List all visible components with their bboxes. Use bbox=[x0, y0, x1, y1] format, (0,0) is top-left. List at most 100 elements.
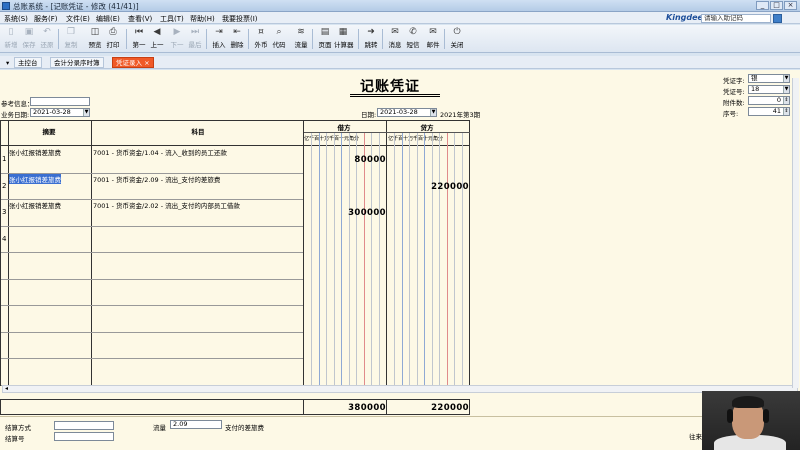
voucher-title: 记账凭证 bbox=[360, 79, 420, 95]
message-icon: ✉ bbox=[391, 27, 399, 37]
account-cell[interactable]: 7001 - 货币资金/1.04 - 流入_收到的员工还款 bbox=[93, 147, 227, 157]
jump-icon: ➜ bbox=[367, 27, 375, 37]
tab-voucher-entry[interactable]: 凭证录入 × bbox=[112, 57, 154, 68]
toolbar-separator bbox=[312, 29, 313, 49]
menu-vote[interactable]: 我要投票(I) bbox=[222, 14, 258, 24]
menu-help[interactable]: 帮助(H) bbox=[190, 14, 215, 24]
settlement-method-input[interactable] bbox=[54, 421, 114, 430]
close-window-button[interactable]: × bbox=[784, 1, 797, 10]
summary-cell[interactable]: 张小红报销差旅费 bbox=[9, 173, 61, 184]
toolbar-save-button[interactable]: ▣ 保存 bbox=[20, 27, 38, 51]
date-input[interactable]: 2021-03-28 ▼ bbox=[377, 108, 437, 117]
toolbar-mail-button[interactable]: ✉ 邮件 bbox=[424, 27, 442, 51]
chevron-down-icon[interactable]: ▼ bbox=[783, 86, 789, 93]
menu-view[interactable]: 查看(V) bbox=[128, 14, 152, 24]
spinner-icon[interactable]: ⇕ bbox=[783, 108, 789, 115]
window-title: 总账系统 - [记账凭证 - 修改 (41/41)] bbox=[13, 2, 139, 11]
toolbar-print-button[interactable]: ⎙ 打印 bbox=[104, 27, 122, 51]
debit-amount-cell[interactable]: 80000 bbox=[304, 155, 386, 165]
toolbar-close-button[interactable]: ⏻ 关闭 bbox=[448, 27, 466, 51]
toolbar-page-button[interactable]: ▤ 页面 bbox=[316, 27, 334, 51]
totals-row: 380000 220000 bbox=[0, 399, 470, 415]
vertical-scrollbar[interactable] bbox=[792, 78, 799, 388]
business-date-input[interactable]: 2021-03-28 ▼ bbox=[30, 108, 90, 117]
menu-file[interactable]: 文件(E) bbox=[66, 14, 90, 24]
toolbar-sms-button[interactable]: ✆ 短信 bbox=[404, 27, 422, 51]
menu-edit[interactable]: 编辑(E) bbox=[96, 14, 120, 24]
first-icon: ⏮ bbox=[134, 27, 144, 37]
toolbar-label: 流量 bbox=[294, 41, 308, 49]
toolbar-label: 消息 bbox=[388, 41, 402, 49]
voucher-no-input[interactable]: 18 ▼ bbox=[748, 85, 790, 94]
chevron-down-icon[interactable]: ▼ bbox=[783, 75, 789, 82]
credit-total: 220000 bbox=[431, 403, 469, 413]
minimize-button[interactable]: _ bbox=[756, 1, 769, 10]
toolbar-preview-button[interactable]: ◫ 预览 bbox=[86, 27, 104, 51]
chevron-down-icon[interactable]: ▼ bbox=[430, 109, 436, 116]
toolbar-message-button[interactable]: ✉ 消息 bbox=[386, 27, 404, 51]
header-account: 科目 bbox=[191, 128, 205, 136]
settlement-method-label: 结算方式 bbox=[5, 424, 31, 432]
toolbar-last-button[interactable]: ⏭ 最后 bbox=[186, 27, 204, 51]
tab-bar: ▾ 主控台 会计分录序时簿 凭证录入 × bbox=[0, 56, 800, 69]
menu-tools[interactable]: 工具(T) bbox=[160, 14, 184, 24]
toolbar-label: 下一 bbox=[170, 41, 184, 49]
maximize-button[interactable]: □ bbox=[770, 1, 783, 10]
prev-icon: ◀ bbox=[153, 27, 161, 37]
toolbar-label: 代码 bbox=[272, 41, 286, 49]
mnemonic-search-input[interactable]: 请输入助记码 bbox=[701, 14, 771, 23]
menu-system[interactable]: 系统(S) bbox=[4, 14, 28, 24]
reference-input[interactable] bbox=[30, 97, 90, 106]
tab-journal-list[interactable]: 会计分录序时簿 bbox=[50, 57, 104, 68]
toolbar-currency-button[interactable]: ¤ 外币 bbox=[252, 27, 270, 51]
toolbar-cashflow-button[interactable]: ≋ 流量 bbox=[292, 27, 310, 51]
toolbar-prev-button[interactable]: ◀ 上一 bbox=[148, 27, 166, 51]
voucher-word-select[interactable]: 银 ▼ bbox=[748, 74, 790, 83]
toolbar-new-button[interactable]: ▯ 新增 bbox=[2, 27, 20, 51]
toolbar-label: 预览 bbox=[88, 41, 102, 49]
serial-input[interactable]: 41 ⇕ bbox=[748, 107, 790, 116]
insert-row-icon: ⇥ bbox=[215, 27, 223, 37]
title-underline bbox=[350, 94, 440, 97]
toolbar-insert-row-button[interactable]: ⇥ 插入 bbox=[210, 27, 228, 51]
toolbar-copy-button[interactable]: ❐ 复制 bbox=[62, 27, 80, 51]
attachments-input[interactable]: 0 ⇕ bbox=[748, 96, 790, 105]
credit-amount-cell[interactable]: 220000 bbox=[387, 182, 469, 192]
spinner-icon[interactable]: ⇕ bbox=[783, 97, 789, 104]
row-number: 2 bbox=[2, 181, 7, 190]
search-go-icon[interactable] bbox=[773, 14, 782, 23]
tab-menu-icon[interactable]: ▾ bbox=[2, 57, 13, 68]
row-number: 3 bbox=[2, 208, 7, 216]
toolbar-label: 关闭 bbox=[450, 41, 464, 49]
header-credit: 贷方 bbox=[420, 124, 434, 132]
account-cell[interactable]: 7001 - 货币资金/2.02 - 流出_支付的内部员工借款 bbox=[93, 200, 240, 210]
scroll-left-icon[interactable]: ◂ bbox=[5, 385, 8, 392]
toolbar-next-button[interactable]: ▶ 下一 bbox=[168, 27, 186, 51]
account-cell[interactable]: 7001 - 货币资金/2.09 - 流出_支付的差旅费 bbox=[93, 174, 220, 184]
tab-console[interactable]: 主控台 bbox=[14, 57, 42, 68]
toolbar-separator bbox=[444, 29, 445, 49]
summary-cell[interactable]: 张小红报销差旅费 bbox=[9, 147, 61, 157]
attachments-label: 附件数: bbox=[723, 99, 745, 107]
toolbar-code-button[interactable]: ⌕ 代码 bbox=[270, 27, 288, 51]
toolbar-label: 短信 bbox=[406, 41, 420, 49]
reference-label: 参考信息： bbox=[1, 100, 34, 108]
flow-description: 支付的差旅费 bbox=[225, 424, 264, 432]
flow-code-input[interactable]: 2.09 bbox=[170, 420, 222, 429]
toolbar-jump-button[interactable]: ➜ 跳转 bbox=[362, 27, 380, 51]
debit-amount-cell[interactable]: 300000 bbox=[304, 208, 386, 218]
summary-cell[interactable]: 张小红报销差旅费 bbox=[9, 200, 61, 210]
toolbar: ▯ 新增 ▣ 保存 ↶ 还原 ❐ 复制 ◫ 预览 ⎙ 打印 ⏮ 第一 ◀ 上一 ▶ 下一 ⏭ 最后 ⇥ 插入 ⇤ 删除 ¤ 外币 ⌕… bbox=[0, 25, 800, 53]
toolbar-first-button[interactable]: ⏮ 第一 bbox=[130, 27, 148, 51]
toolbar-delete-row-button[interactable]: ⇤ 删除 bbox=[228, 27, 246, 51]
credit-digit-header: 亿千百十万千百十元角分 bbox=[388, 136, 443, 142]
preview-icon: ◫ bbox=[90, 27, 100, 37]
menu-service[interactable]: 服务(F) bbox=[34, 14, 58, 24]
toolbar-calculator-button[interactable]: ▦ 计算器 bbox=[334, 27, 354, 51]
toolbar-label: 上一 bbox=[150, 41, 164, 49]
horizontal-scrollbar[interactable]: ◂ bbox=[2, 385, 798, 393]
chevron-down-icon[interactable]: ▼ bbox=[83, 109, 89, 116]
calculator-icon: ▦ bbox=[338, 27, 348, 37]
toolbar-undo-button[interactable]: ↶ 还原 bbox=[38, 27, 56, 51]
settlement-no-input[interactable] bbox=[54, 432, 114, 441]
